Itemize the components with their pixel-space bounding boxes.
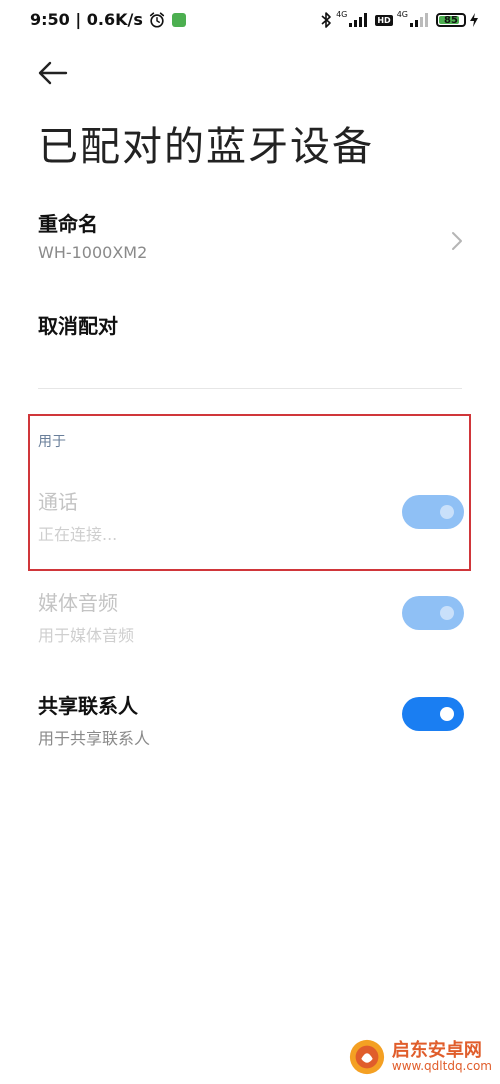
toggle-knob — [440, 606, 454, 620]
bluetooth-icon — [321, 12, 331, 28]
share-contacts-row[interactable]: 共享联系人 用于共享联系人 — [38, 690, 464, 749]
charging-bolt-icon — [470, 13, 478, 27]
network-label-2: 4G — [396, 9, 408, 19]
battery-level: 85 — [444, 14, 458, 26]
share-contacts-title: 共享联系人 — [38, 694, 138, 718]
device-name: WH-1000XM2 — [38, 243, 148, 262]
signal-strength-icon — [349, 13, 368, 27]
divider — [38, 388, 462, 389]
watermark-logo-icon — [349, 1039, 384, 1075]
hd-badge: HD — [375, 14, 393, 26]
status-time-speed: 9:50 | 0.6K/s — [30, 10, 143, 29]
back-arrow-icon[interactable] — [36, 56, 70, 90]
media-audio-title: 媒体音频 — [38, 591, 118, 615]
app-notification-icon — [171, 12, 186, 27]
watermark-url: www.qdltdq.com — [391, 1059, 492, 1074]
status-bar: 9:50 | 0.6K/s 4G HD 4G 85 — [0, 0, 500, 42]
signal-strength-icon-2 — [410, 13, 428, 27]
rename-row[interactable]: 重命名 WH-1000XM2 — [38, 208, 464, 262]
battery-icon: 85 — [436, 13, 466, 27]
unpair-row[interactable]: 取消配对 — [38, 310, 464, 339]
watermark: 启东安卓网 www.qdltdq.com — [348, 1038, 492, 1076]
alarm-clock-icon — [149, 11, 165, 28]
media-audio-toggle[interactable] — [402, 596, 464, 630]
share-contacts-toggle[interactable] — [402, 697, 464, 731]
page-title: 已配对的蓝牙设备 — [38, 124, 374, 170]
status-left: 9:50 | 0.6K/s — [30, 10, 186, 29]
media-audio-row: 媒体音频 用于媒体音频 — [38, 587, 464, 646]
network-label-1: 4G — [336, 9, 348, 19]
rename-title: 重命名 — [38, 212, 98, 236]
watermark-title: 启东安卓网 — [391, 1039, 482, 1061]
highlight-box — [28, 414, 471, 571]
media-audio-subtitle: 用于媒体音频 — [38, 626, 135, 645]
chevron-right-icon — [452, 232, 462, 250]
share-contacts-subtitle: 用于共享联系人 — [38, 729, 151, 748]
unpair-title: 取消配对 — [38, 314, 118, 338]
status-right: 4G HD 4G 85 — [320, 9, 478, 29]
toggle-knob — [440, 707, 454, 721]
